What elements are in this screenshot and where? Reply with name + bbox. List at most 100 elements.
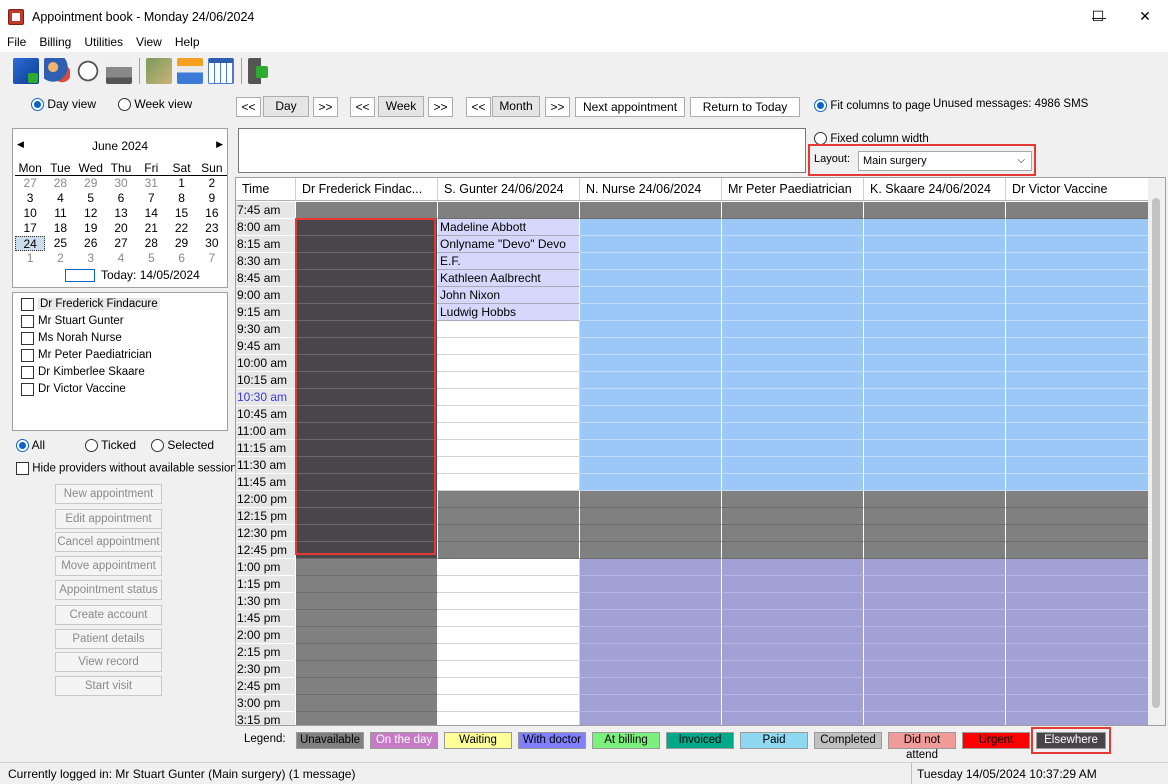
time-slot[interactable]	[722, 678, 864, 695]
time-slot[interactable]	[722, 491, 864, 508]
calendar-day[interactable]: 28	[136, 236, 166, 251]
time-slot[interactable]	[1006, 525, 1150, 542]
calendar-day[interactable]: 6	[166, 251, 196, 266]
time-slot[interactable]	[296, 423, 438, 440]
calendar-day[interactable]: 30	[197, 236, 227, 251]
time-slot[interactable]	[296, 593, 438, 610]
time-slot[interactable]	[1006, 542, 1150, 559]
time-slot[interactable]	[438, 559, 580, 576]
calendar-day[interactable]: 7	[136, 191, 166, 206]
fit-columns-radio[interactable]: Fit columns to page	[814, 98, 931, 113]
appointment-slot[interactable]: Madeline Abbott	[438, 219, 580, 236]
time-slot[interactable]	[580, 338, 722, 355]
day-prev-button[interactable]: <<	[236, 97, 261, 117]
calendar-day[interactable]: 18	[45, 221, 75, 236]
time-slot[interactable]	[296, 678, 438, 695]
calendar-day[interactable]: 13	[106, 206, 136, 221]
time-slot[interactable]	[296, 457, 438, 474]
calendar-day[interactable]: 29	[166, 236, 196, 251]
time-slot[interactable]	[296, 627, 438, 644]
time-slot[interactable]	[438, 695, 580, 712]
time-slot[interactable]	[296, 219, 438, 236]
calendar-day[interactable]: 26	[76, 236, 106, 251]
calendar-day[interactable]: 15	[166, 206, 196, 221]
menu-view[interactable]: View	[129, 33, 168, 52]
time-slot[interactable]	[580, 355, 722, 372]
time-slot[interactable]	[438, 321, 580, 338]
time-slot[interactable]	[580, 287, 722, 304]
appointment-grid[interactable]: Time Dr Frederick Findac... S. Gunter 24/…	[235, 177, 1166, 726]
time-slot[interactable]	[438, 712, 580, 725]
notes-textarea[interactable]	[238, 128, 806, 173]
time-slot[interactable]	[1006, 508, 1150, 525]
appointment-status-button[interactable]: Appointment status	[55, 580, 162, 600]
time-slot[interactable]	[580, 321, 722, 338]
layout-select[interactable]: Main surgery ⌵	[858, 151, 1032, 171]
time-slot[interactable]	[1006, 610, 1150, 627]
return-to-today-button[interactable]: Return to Today	[690, 97, 800, 117]
time-slot[interactable]	[438, 576, 580, 593]
calendar-day[interactable]: 22	[166, 221, 196, 236]
time-slot[interactable]	[864, 202, 1006, 219]
time-slot[interactable]	[864, 355, 1006, 372]
week-prev-button[interactable]: <<	[350, 97, 375, 117]
calendar-day[interactable]: 3	[76, 251, 106, 266]
time-slot[interactable]	[580, 202, 722, 219]
time-slot[interactable]	[722, 457, 864, 474]
calendar-day[interactable]: 27	[15, 176, 45, 191]
provider-item[interactable]: Dr Kimberlee Skaare	[21, 364, 145, 380]
time-slot[interactable]	[580, 508, 722, 525]
time-slot[interactable]	[580, 627, 722, 644]
time-slot[interactable]	[296, 338, 438, 355]
provider-column-header[interactable]: K. Skaare 24/06/2024	[864, 178, 1006, 201]
new-appointment-button[interactable]: New appointment	[55, 484, 162, 504]
time-slot[interactable]	[580, 491, 722, 508]
time-slot[interactable]	[1006, 423, 1150, 440]
time-slot[interactable]	[864, 321, 1006, 338]
time-slot[interactable]	[1006, 236, 1150, 253]
time-slot[interactable]	[722, 270, 864, 287]
time-slot[interactable]	[1006, 440, 1150, 457]
edit-appointment-button[interactable]: Edit appointment	[55, 509, 162, 529]
time-slot[interactable]	[864, 270, 1006, 287]
time-slot[interactable]	[580, 440, 722, 457]
provider-column-header[interactable]: Mr Peter Paediatrician	[722, 178, 864, 201]
calendar-day[interactable]: 16	[197, 206, 227, 221]
time-slot[interactable]	[296, 202, 438, 219]
time-slot[interactable]	[864, 287, 1006, 304]
time-slot[interactable]	[722, 610, 864, 627]
week-next-button[interactable]: >>	[428, 97, 453, 117]
time-slot[interactable]	[296, 712, 438, 725]
time-slot[interactable]	[1006, 474, 1150, 491]
provider-checkbox[interactable]	[21, 297, 34, 311]
time-slot[interactable]	[864, 389, 1006, 406]
time-slot[interactable]	[296, 576, 438, 593]
calendar-day[interactable]: 25	[45, 236, 75, 251]
time-slot[interactable]	[722, 644, 864, 661]
time-slot[interactable]	[438, 678, 580, 695]
patient-details-button[interactable]: Patient details	[55, 629, 162, 649]
calendar-day[interactable]: 27	[106, 236, 136, 251]
time-slot[interactable]	[864, 525, 1006, 542]
time-slot[interactable]	[864, 559, 1006, 576]
time-slot[interactable]	[864, 678, 1006, 695]
calendar-day[interactable]: 1	[15, 251, 45, 266]
time-slot[interactable]	[1006, 678, 1150, 695]
provider-item[interactable]: Mr Stuart Gunter	[21, 313, 124, 329]
month-calendar[interactable]: ◀ June 2024 ▶ Mon Tue Wed Thu Fri Sat Sun 27 28 2…	[12, 128, 228, 288]
time-slot[interactable]	[864, 542, 1006, 559]
time-slot[interactable]	[722, 508, 864, 525]
time-slot[interactable]	[722, 423, 864, 440]
time-slot[interactable]	[438, 423, 580, 440]
calendar-day[interactable]: 4	[45, 191, 75, 206]
day-view-radio[interactable]: Day view	[31, 97, 96, 112]
calendar-day[interactable]: 5	[136, 251, 166, 266]
provider-checkbox[interactable]	[21, 348, 34, 362]
time-slot[interactable]	[296, 474, 438, 491]
time-slot[interactable]	[438, 406, 580, 423]
printer-icon[interactable]	[106, 58, 132, 84]
time-slot[interactable]	[864, 695, 1006, 712]
calendar-day[interactable]: 7	[197, 251, 227, 266]
time-slot[interactable]	[296, 287, 438, 304]
create-account-button[interactable]: Create account	[55, 605, 162, 625]
